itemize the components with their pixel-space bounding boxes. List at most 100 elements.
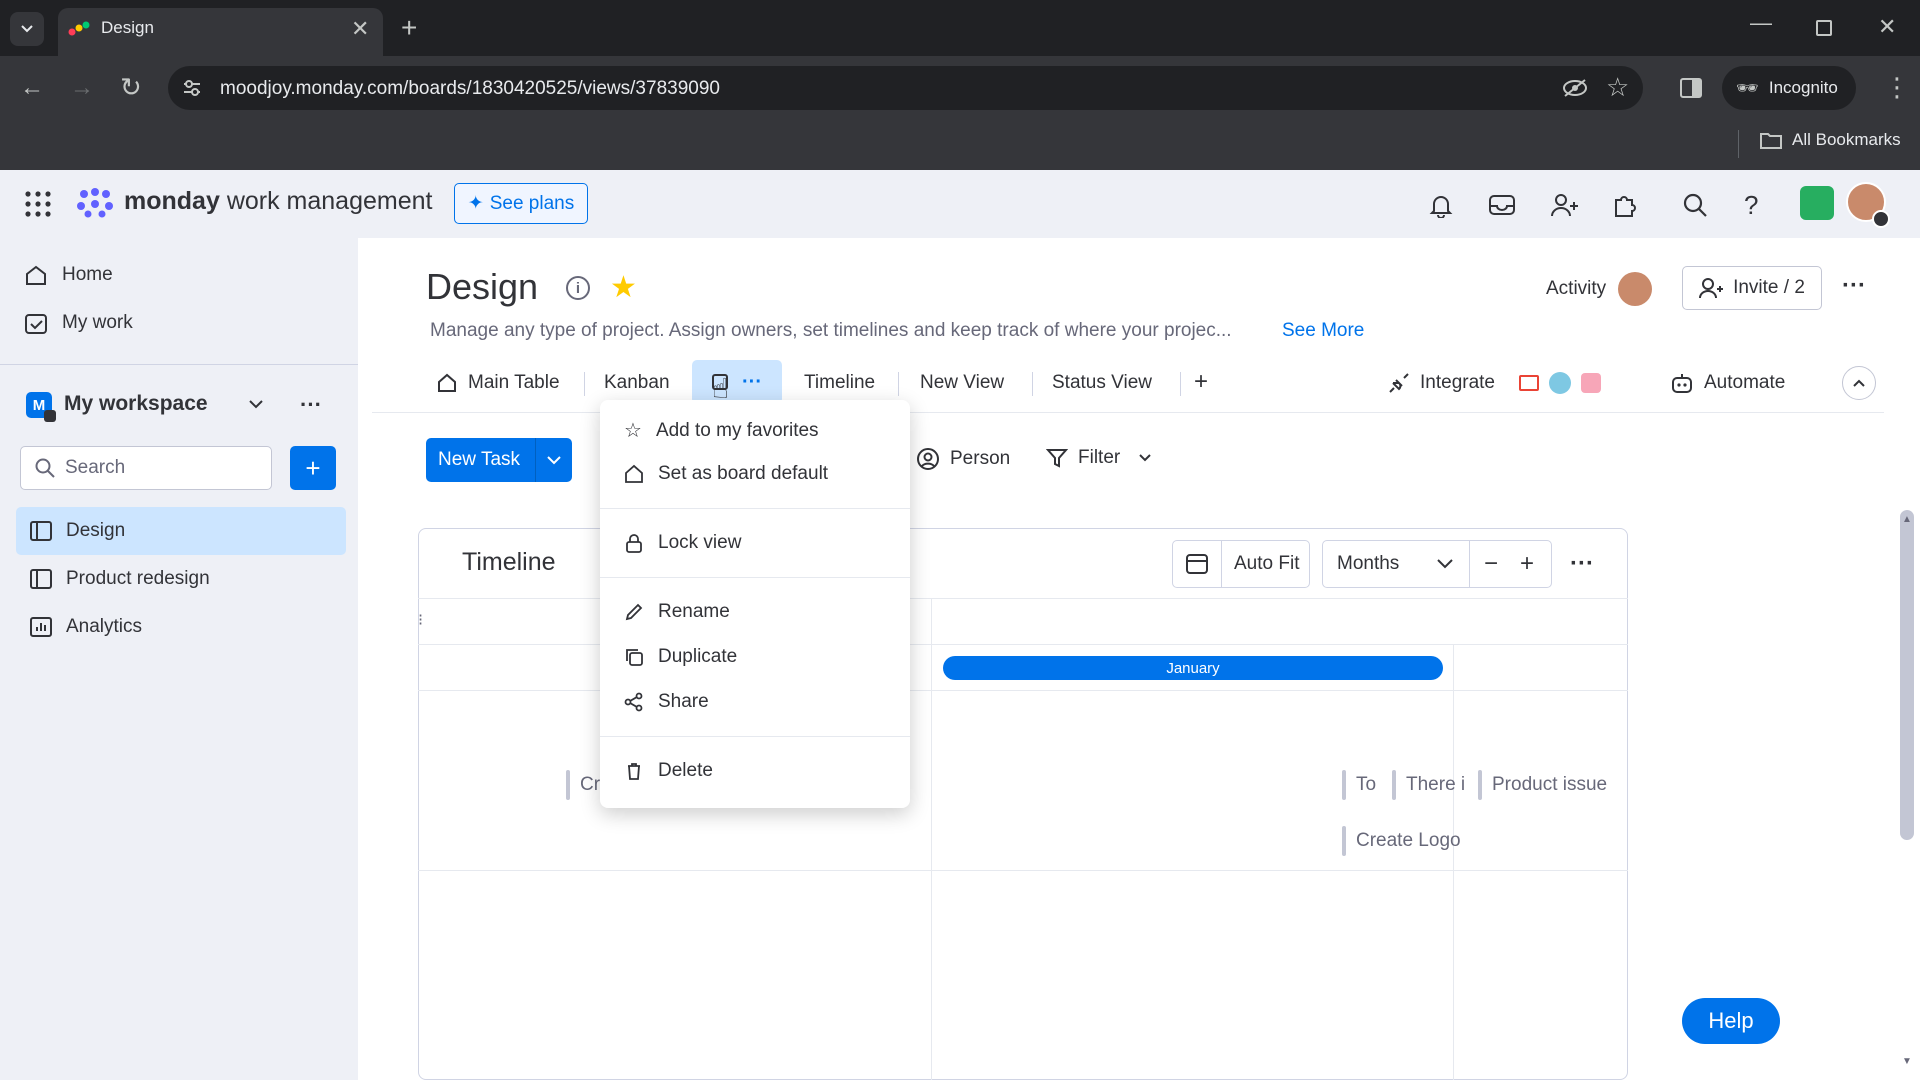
gmail-icon: [1519, 375, 1539, 391]
chevron-down-icon: [1437, 559, 1453, 569]
menu-item-duplicate[interactable]: Duplicate: [624, 646, 737, 668]
bookmark-star-icon[interactable]: ☆: [1606, 72, 1629, 103]
sidebar-item-home[interactable]: Home: [24, 264, 113, 286]
invite-label: Invite / 2: [1733, 277, 1805, 298]
help-question-icon[interactable]: ?: [1744, 190, 1758, 221]
incognito-icon: 🕶: [1736, 77, 1759, 98]
tab-main-table[interactable]: Main Table: [436, 372, 560, 394]
menu-item-label: Duplicate: [658, 646, 738, 667]
dashboard-icon: [30, 617, 52, 637]
timeline-task[interactable]: There i: [1392, 770, 1465, 800]
close-window-icon[interactable]: ✕: [1878, 14, 1896, 40]
integrations-puzzle-icon[interactable]: [1612, 192, 1638, 218]
invite-members-icon[interactable]: [1550, 192, 1578, 218]
board-icon: [30, 569, 52, 589]
board-label: Product redesign: [66, 568, 210, 589]
more-dots-icon[interactable]: ···: [742, 371, 762, 394]
timeline-task[interactable]: Create Logo: [1342, 826, 1461, 856]
search-icon[interactable]: [1682, 192, 1708, 218]
timeline-task[interactable]: Product issue: [1478, 770, 1607, 800]
info-icon[interactable]: i: [566, 276, 590, 300]
scroll-down-icon[interactable]: ▼: [1902, 1056, 1912, 1067]
close-tab-icon[interactable]: ✕: [351, 16, 369, 42]
sidebar-item-design[interactable]: Design: [16, 507, 346, 555]
notifications-bell-icon[interactable]: [1428, 192, 1454, 218]
see-more-link[interactable]: See More: [1282, 320, 1364, 342]
menu-item-rename[interactable]: Rename: [624, 601, 730, 623]
new-tab-icon[interactable]: +: [401, 12, 417, 44]
tab-status-view[interactable]: Status View: [1052, 372, 1152, 394]
help-button[interactable]: Help: [1682, 998, 1780, 1044]
filter-button[interactable]: Filter: [1046, 447, 1152, 469]
integrate-button[interactable]: Integrate: [1388, 372, 1601, 394]
chevron-up-icon: [1853, 379, 1865, 387]
workspace-app-icon[interactable]: [1800, 186, 1834, 220]
invite-button[interactable]: Invite / 2: [1682, 266, 1822, 310]
eye-off-icon[interactable]: [1562, 78, 1588, 98]
menu-item-lock-view[interactable]: Lock view: [624, 532, 741, 554]
menu-item-share[interactable]: Share: [624, 691, 709, 713]
menu-item-set-board-default[interactable]: Set as board default: [624, 463, 828, 485]
month-bar-january: January: [943, 656, 1443, 680]
auto-fit-button[interactable]: Auto Fit: [1172, 540, 1310, 588]
tab-divider: [584, 372, 585, 396]
tab-kanban[interactable]: Kanban: [604, 372, 670, 394]
browser-menu-icon[interactable]: ⋮: [1884, 72, 1910, 103]
collapse-header-button[interactable]: [1842, 366, 1876, 400]
restore-icon[interactable]: [1816, 20, 1832, 36]
minimize-icon[interactable]: —: [1750, 10, 1772, 36]
chevron-down-icon[interactable]: [536, 455, 572, 465]
scale-dropdown[interactable]: Months − +: [1322, 540, 1552, 588]
zoom-out-icon[interactable]: −: [1470, 550, 1512, 578]
url-text[interactable]: moodjoy.monday.com/boards/1830420525/vie…: [220, 78, 720, 100]
reload-icon[interactable]: ↻: [120, 72, 142, 103]
site-info-icon[interactable]: [182, 78, 202, 98]
tab-active-view[interactable]: ···: [692, 360, 782, 404]
sidebar-divider: [0, 364, 358, 365]
apps-grid-icon[interactable]: [24, 190, 52, 218]
tab-new-view[interactable]: New View: [920, 372, 1004, 394]
menu-item-add-favorites[interactable]: ☆ Add to my favorites: [624, 418, 819, 443]
tab-list-button[interactable]: [10, 12, 44, 46]
sidebar-search-input[interactable]: Search: [20, 446, 272, 490]
add-board-button[interactable]: +: [290, 446, 336, 490]
menu-item-delete[interactable]: Delete: [624, 760, 713, 782]
scroll-up-icon[interactable]: ▲: [1902, 514, 1912, 525]
board-title[interactable]: Design: [426, 266, 538, 308]
forward-icon[interactable]: →: [70, 74, 94, 102]
tab-timeline[interactable]: Timeline: [804, 372, 875, 394]
workspace-more-icon[interactable]: ···: [300, 392, 322, 418]
timeline-task[interactable]: To: [1342, 770, 1376, 800]
timeline-title: Timeline: [462, 548, 556, 576]
workspace-selector[interactable]: My workspace: [64, 392, 264, 416]
chevron-down-icon: [1139, 454, 1151, 462]
new-task-button[interactable]: New Task: [426, 438, 572, 482]
see-plans-button[interactable]: ✦ See plans: [454, 183, 588, 224]
task-label: Cr: [580, 774, 601, 795]
person-circle-icon: [917, 448, 939, 470]
activity-button[interactable]: Activity: [1546, 272, 1653, 306]
zoom-in-icon[interactable]: +: [1512, 550, 1542, 578]
inbox-icon[interactable]: [1488, 194, 1516, 216]
menu-divider: [600, 736, 910, 737]
sidebar-item-label: My work: [62, 312, 133, 333]
back-icon[interactable]: ←: [20, 74, 44, 102]
see-plans-label: See plans: [489, 192, 575, 214]
incognito-chip[interactable]: 🕶 Incognito: [1722, 66, 1856, 110]
tab-divider: [898, 372, 899, 396]
sidebar-item-analytics[interactable]: Analytics: [16, 603, 346, 651]
timeline-task[interactable]: Cr: [566, 770, 600, 800]
add-view-button[interactable]: +: [1194, 368, 1208, 396]
favorite-star-icon[interactable]: ★: [610, 270, 637, 305]
board-more-icon[interactable]: ···: [1842, 272, 1866, 300]
side-panel-icon[interactable]: [1680, 78, 1702, 98]
automate-button[interactable]: Automate: [1670, 372, 1785, 394]
vertical-scrollbar[interactable]: [1900, 510, 1914, 840]
menu-item-label: Add to my favorites: [655, 419, 819, 441]
timeline-more-icon[interactable]: ···: [1570, 550, 1594, 578]
person-filter-button[interactable]: Person: [916, 447, 1010, 471]
all-bookmarks[interactable]: All Bookmarks: [1760, 130, 1901, 150]
timeline-scroll-marker: ⁝: [418, 612, 424, 629]
sidebar-item-product-redesign[interactable]: Product redesign: [16, 555, 346, 603]
sidebar-item-my-work[interactable]: My work: [24, 312, 133, 334]
